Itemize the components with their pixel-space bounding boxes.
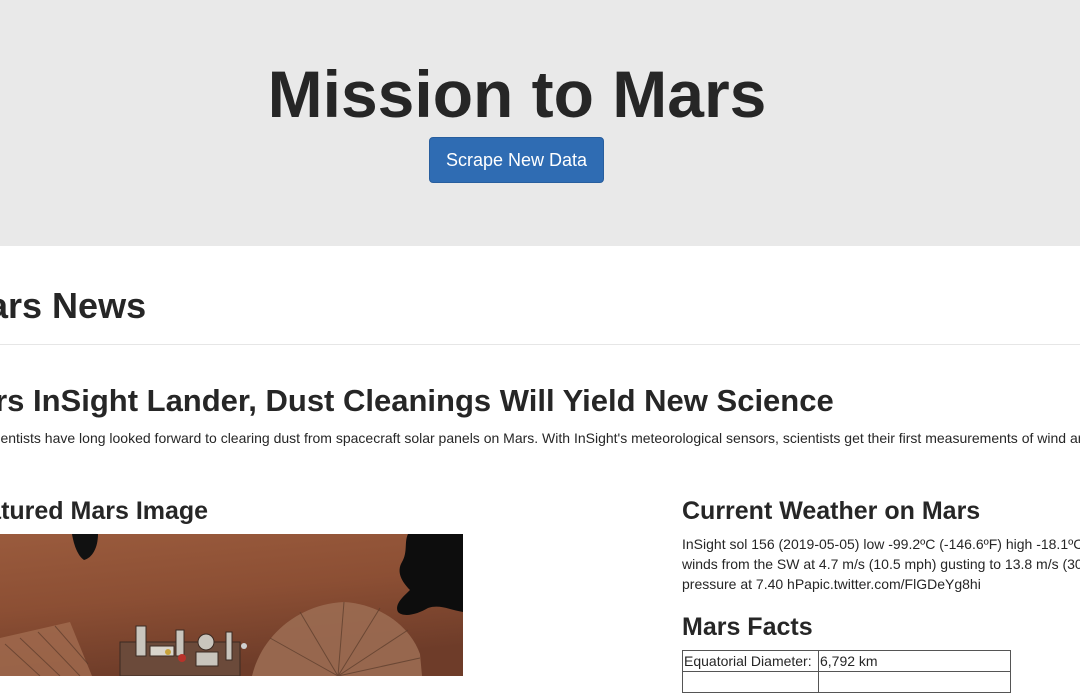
table-row <box>682 671 1011 693</box>
scrape-new-data-button[interactable]: Scrape New Data <box>429 137 604 183</box>
mars-news-heading: Mars News <box>0 285 147 326</box>
mars-facts-heading: Mars Facts <box>682 613 813 641</box>
section-divider <box>0 344 1080 345</box>
featured-mars-image[interactable] <box>0 534 463 676</box>
weather-report: InSight sol 156 (2019-05-05) low -99.2ºC… <box>682 534 1080 596</box>
weather-line: InSight sol 156 (2019-05-05) low -99.2ºC… <box>682 536 1080 552</box>
table-row: Equatorial Diameter: 6,792 km <box>682 650 1011 672</box>
fact-label <box>682 671 819 693</box>
jumbotron-header: Mission to Mars Scrape New Data <box>0 0 1080 246</box>
weather-line: winds from the SW at 4.7 m/s (10.5 mph) … <box>682 556 1080 572</box>
mars-facts-table: Equatorial Diameter: 6,792 km <box>682 650 1011 693</box>
weather-line: pressure at 7.40 hPapic.twitter.com/FlGD… <box>682 576 981 592</box>
news-paragraph: Scientists have long looked forward to c… <box>0 430 1080 446</box>
fact-label: Equatorial Diameter: <box>682 650 819 672</box>
news-title: Mars InSight Lander, Dust Cleanings Will… <box>0 383 834 418</box>
featured-image-heading: Featured Mars Image <box>0 497 209 525</box>
page-title: Mission to Mars <box>267 57 767 131</box>
fact-value: 6,792 km <box>818 650 1011 672</box>
fact-value <box>818 671 1011 693</box>
weather-heading: Current Weather on Mars <box>682 497 981 525</box>
